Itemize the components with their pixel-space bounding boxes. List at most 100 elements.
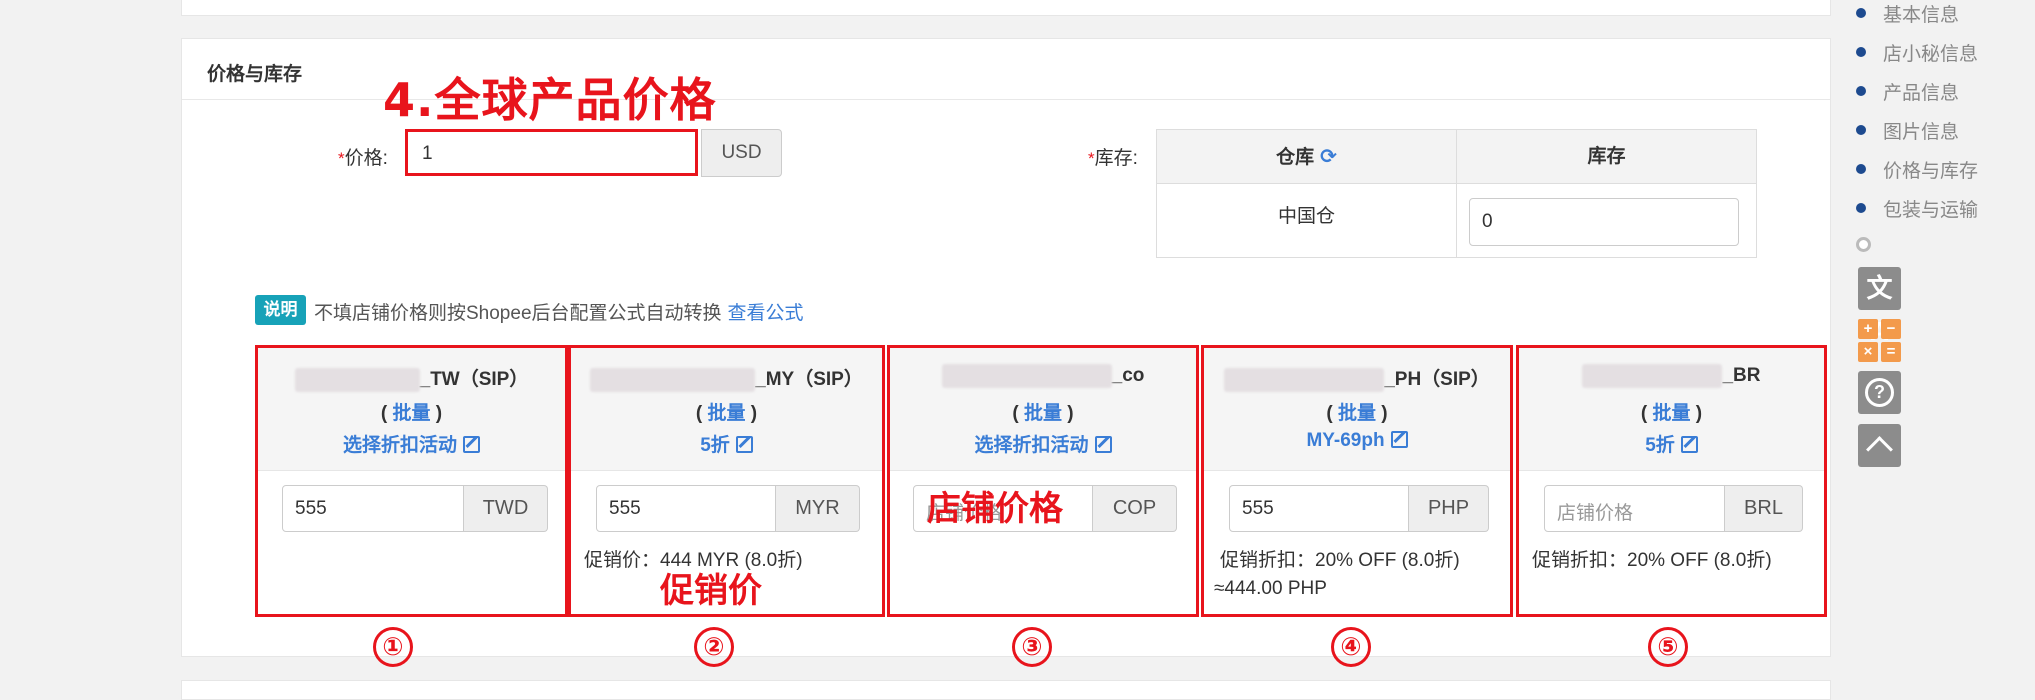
- help-icon[interactable]: ?: [1858, 371, 1901, 414]
- annotation-title: 4.全球产品价格: [383, 73, 717, 127]
- discount-label: MY-69ph: [1306, 430, 1385, 451]
- shop-card-header: _TW（SIP） ( 批量 ) 选择折扣活动: [258, 348, 565, 471]
- edit-icon: [1094, 436, 1112, 453]
- nav-item-basic-info[interactable]: 基本信息: [1883, 0, 1959, 27]
- shop-price-input[interactable]: 555: [1229, 485, 1409, 532]
- edit-icon: [1680, 436, 1698, 453]
- blurred-shop-name: [590, 367, 756, 392]
- stock-table: 仓库 ⟳ 库存 中国仓 0: [1156, 129, 1757, 258]
- shop-name-suffix: _TW（SIP）: [419, 369, 529, 390]
- shop-price-input[interactable]: 555: [282, 485, 464, 532]
- calc-equals: =: [1881, 342, 1901, 362]
- shop-name-suffix: _PH（SIP）: [1384, 369, 1490, 390]
- calc-times: ×: [1858, 342, 1878, 362]
- batch-bracket: (: [380, 403, 388, 424]
- note-text: 不填店铺价格则按Shopee后台配置公式自动转换 查看公式: [314, 298, 804, 325]
- nav-dot: [1856, 86, 1866, 96]
- batch-bracket: ): [750, 403, 758, 424]
- stock-header: 库存: [1457, 130, 1756, 184]
- discount-link[interactable]: MY-69ph: [1204, 430, 1510, 452]
- batch-link[interactable]: 批量: [1652, 403, 1690, 424]
- edit-icon: [463, 436, 480, 453]
- batch-bracket: (: [695, 403, 703, 424]
- shop-name: _BR: [1519, 364, 1824, 388]
- promo-discount-text: 促销折扣：20% OFF (8.0折): [1220, 550, 1460, 571]
- nav-item-image-info[interactable]: 图片信息: [1883, 117, 1959, 144]
- discount-label: 5折: [700, 435, 730, 456]
- batch-row: ( 批量 ): [890, 398, 1196, 425]
- discount-link[interactable]: 5折: [571, 430, 882, 457]
- promo-discount-text: 促销折扣：20% OFF (8.0折): [1532, 550, 1772, 571]
- shop-currency: BRL: [1725, 485, 1803, 532]
- batch-bracket: (: [1012, 403, 1019, 424]
- batch-bracket: ): [435, 403, 443, 424]
- nav-dot: [1856, 164, 1866, 174]
- calc-plus: +: [1858, 319, 1878, 339]
- shop-name-suffix: _co: [1111, 365, 1145, 387]
- shop-card-header: _BR ( 批量 ) 5折: [1519, 348, 1824, 471]
- shop-price-input[interactable]: 店铺价格: [1544, 485, 1725, 532]
- nav-dot: [1856, 8, 1866, 18]
- price-label-text: 价格:: [344, 148, 388, 169]
- previous-section-card: [181, 0, 1831, 16]
- shop-card-tw: _TW（SIP） ( 批量 ) 选择折扣活动 555 TWD: [255, 345, 568, 617]
- nav-item-product-info[interactable]: 产品信息: [1883, 78, 1959, 105]
- translate-icon[interactable]: 文A: [1858, 267, 1901, 346]
- annotation-circle-5: ⑤: [1648, 627, 1688, 667]
- blurred-shop-name: [294, 367, 420, 392]
- batch-link[interactable]: 批量: [392, 403, 430, 424]
- shop-card-header: _co ( 批量 ) 选择折扣活动: [890, 348, 1196, 471]
- batch-link[interactable]: 批量: [707, 403, 745, 424]
- calculator-icon[interactable]: + − × =: [1858, 319, 1901, 362]
- batch-bracket: ): [1067, 403, 1074, 424]
- nav-item-dianxiaomi-info[interactable]: 店小秘信息: [1883, 39, 1978, 66]
- shop-card-ph: _PH（SIP） ( 批量 ) MY-69ph 555 PHP 促销折扣：20%…: [1201, 345, 1513, 617]
- batch-link[interactable]: 批量: [1338, 403, 1376, 424]
- view-formula-link[interactable]: 查看公式: [728, 303, 804, 324]
- next-section-card: [181, 680, 1831, 700]
- batch-row: ( 批量 ): [1519, 398, 1824, 425]
- annotation-circle-2: ②: [694, 627, 734, 667]
- refresh-icon[interactable]: ⟳: [1320, 146, 1337, 168]
- shop-price-input[interactable]: 555: [596, 485, 776, 532]
- blurred-shop-name: [1582, 364, 1723, 388]
- blurred-shop-name: [1224, 367, 1385, 392]
- help-mark: ?: [1865, 378, 1894, 407]
- promo-approx-price: ≈444.00 PHP: [1214, 578, 1327, 599]
- annotation-circle-3: ③: [1012, 627, 1052, 667]
- price-input[interactable]: 1: [405, 129, 698, 176]
- shop-name: _MY（SIP）: [571, 364, 882, 392]
- batch-bracket: ): [1695, 403, 1703, 424]
- section-title: 价格与库存: [207, 64, 303, 85]
- discount-label: 选择折扣活动: [974, 435, 1089, 456]
- batch-bracket: ): [1381, 403, 1388, 424]
- note-text-content: 不填店铺价格则按Shopee后台配置公式自动转换: [314, 303, 722, 324]
- batch-row: ( 批量 ): [571, 398, 882, 425]
- shop-currency: TWD: [464, 485, 548, 532]
- nav-item-price-stock[interactable]: 价格与库存: [1883, 156, 1978, 183]
- shop-name: _co: [890, 364, 1196, 388]
- calc-minus: −: [1881, 319, 1901, 339]
- shop-name-suffix: _MY（SIP）: [755, 369, 863, 390]
- price-label: *价格:: [338, 143, 388, 170]
- back-to-top-icon[interactable]: [1858, 424, 1901, 467]
- shop-card-br: _BR ( 批量 ) 5折 店铺价格 BRL 促销折扣：20% OFF (8.0…: [1516, 345, 1827, 617]
- stock-input[interactable]: 0: [1469, 198, 1739, 246]
- batch-row: ( 批量 ): [1204, 398, 1510, 425]
- shop-card-header: _PH（SIP） ( 批量 ) MY-69ph: [1204, 348, 1510, 471]
- batch-row: ( 批量 ): [258, 398, 565, 425]
- stock-label: *库存:: [1088, 143, 1138, 170]
- shop-name: _TW（SIP）: [258, 364, 565, 392]
- nav-item-packaging-shipping[interactable]: 包装与运输: [1883, 195, 1978, 222]
- discount-label: 选择折扣活动: [342, 435, 457, 456]
- shop-card-header: _MY（SIP） ( 批量 ) 5折: [571, 348, 882, 471]
- annotation-promo-price: 促销价: [660, 571, 762, 611]
- shop-currency: MYR: [776, 485, 860, 532]
- price-value: 1: [422, 143, 433, 164]
- price-currency: USD: [701, 129, 782, 177]
- discount-link[interactable]: 选择折扣活动: [258, 430, 565, 457]
- batch-link[interactable]: 批量: [1024, 403, 1062, 424]
- discount-link[interactable]: 选择折扣活动: [890, 430, 1196, 457]
- nav-dot: [1856, 47, 1866, 57]
- discount-link[interactable]: 5折: [1519, 430, 1824, 457]
